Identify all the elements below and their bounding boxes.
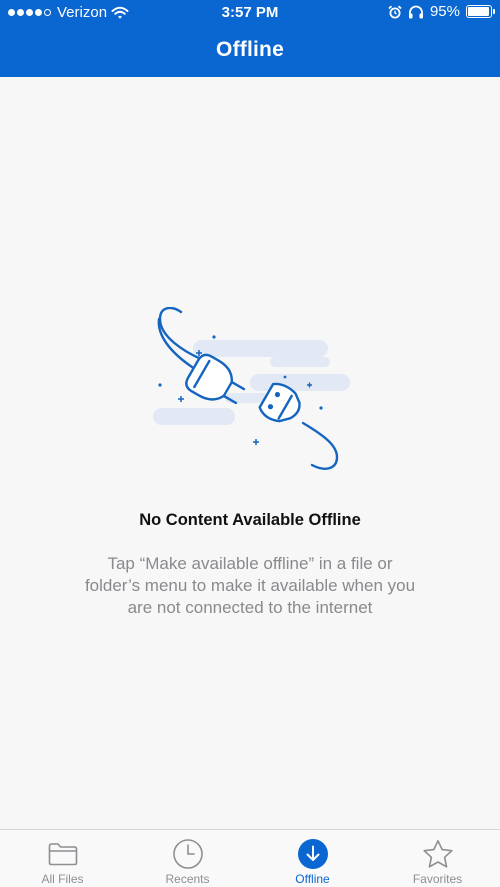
offline-empty-state: No Content Available Offline Tap “Make a…: [0, 77, 500, 829]
page-title: Offline: [216, 38, 284, 61]
app-header: Verizon 3:57 PM 95% Offline: [0, 0, 500, 77]
download-icon: [297, 839, 328, 869]
description-line: are not connected to the internet: [127, 598, 373, 617]
alarm-icon: [388, 5, 402, 18]
unplugged-plug-icon: [153, 307, 350, 470]
description-line: folder’s menu to make it available when …: [84, 576, 416, 595]
battery-icon: [466, 5, 495, 18]
tab-label: All Files: [41, 872, 84, 886]
tab-all-files[interactable]: All Files: [0, 830, 125, 887]
battery-fill: [468, 7, 489, 16]
tab-label: Favorites: [412, 872, 463, 886]
empty-state-title: No Content Available Offline: [139, 511, 361, 529]
folder-icon: [48, 843, 77, 866]
battery-percent: 95%: [429, 3, 460, 20]
description-line: Tap “Make available offline” in a file o…: [107, 554, 393, 573]
cloud-decoration: [153, 340, 350, 425]
tab-label: Offline: [295, 872, 330, 886]
tab-label: Recents: [165, 872, 210, 886]
tab-favorites[interactable]: Favorites: [375, 830, 500, 887]
tab-offline[interactable]: Offline: [250, 830, 375, 887]
status-right: 95%: [388, 3, 495, 20]
star-icon: [422, 840, 453, 868]
clock-icon: [172, 839, 203, 869]
headphones-icon: [408, 5, 423, 18]
tab-bar: All Files Recents Offline Favorites: [0, 829, 500, 887]
empty-state-description: Tap “Make available offline” in a file o…: [60, 553, 440, 619]
status-bar: Verizon 3:57 PM 95%: [0, 0, 500, 26]
tab-recents[interactable]: Recents: [125, 830, 250, 887]
